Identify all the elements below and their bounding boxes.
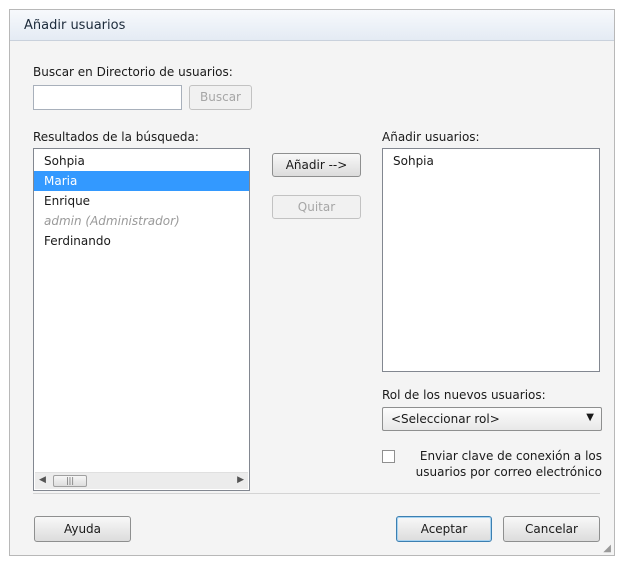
footer-divider: [33, 493, 600, 494]
scroll-thumb[interactable]: |||: [53, 475, 87, 487]
resize-grip-icon[interactable]: ◢: [603, 543, 611, 554]
scroll-right-icon[interactable]: ▶: [237, 475, 244, 485]
search-label: Buscar en Directorio de usuarios:: [33, 65, 233, 79]
cancel-button[interactable]: Cancelar: [503, 516, 600, 542]
help-button[interactable]: Ayuda: [34, 516, 131, 542]
add-users-dialog: Añadir usuarios Buscar en Directorio de …: [9, 9, 615, 556]
horizontal-scrollbar[interactable]: ◀ ||| ▶: [35, 472, 248, 489]
search-input[interactable]: [33, 85, 182, 110]
send-email-line1: Enviar clave de conexión a los: [419, 449, 602, 463]
added-users-label: Añadir usuarios:: [382, 130, 480, 144]
list-item[interactable]: Ferdinando: [34, 231, 249, 251]
dialog-title: Añadir usuarios: [24, 18, 126, 33]
ok-button[interactable]: Aceptar: [396, 516, 492, 542]
added-users-listbox[interactable]: Sohpia: [382, 148, 600, 372]
list-item: admin (Administrador): [44, 214, 180, 228]
list-item[interactable]: Maria: [34, 171, 249, 191]
title-bar: Añadir usuarios: [10, 10, 614, 41]
results-listbox[interactable]: Sohpia Maria Enrique admin (Administrado…: [33, 148, 250, 491]
search-button[interactable]: Buscar: [189, 85, 252, 110]
role-select-value: <Seleccionar rol>: [391, 412, 500, 426]
scroll-left-icon[interactable]: ◀: [39, 475, 46, 485]
send-email-line2: usuarios por correo electrónico: [415, 465, 602, 479]
add-button[interactable]: Añadir -->: [272, 153, 361, 177]
list-item[interactable]: Enrique: [34, 191, 249, 211]
role-label: Rol de los nuevos usuarios:: [382, 388, 546, 402]
list-item[interactable]: Sohpia: [34, 151, 249, 171]
remove-button[interactable]: Quitar: [272, 195, 361, 219]
results-label: Resultados de la búsqueda:: [33, 130, 199, 144]
list-item[interactable]: Sohpia: [383, 151, 599, 171]
send-email-label: Enviar clave de conexión a los usuarios …: [402, 448, 602, 480]
chevron-down-icon: ▼: [586, 412, 594, 423]
role-select[interactable]: <Seleccionar rol> ▼: [382, 407, 602, 431]
send-email-checkbox[interactable]: [382, 450, 395, 463]
